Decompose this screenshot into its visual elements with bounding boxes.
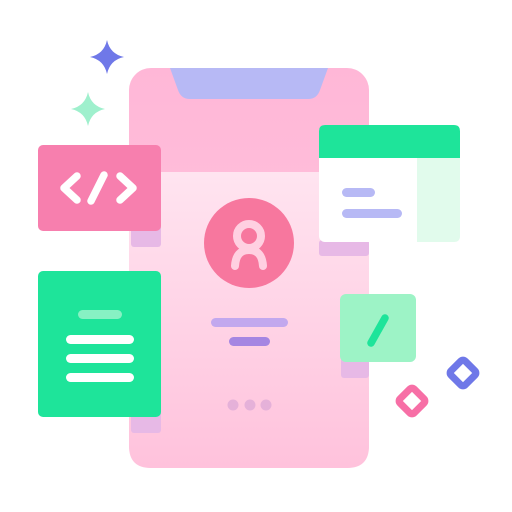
sparkle-icon — [71, 92, 105, 126]
pager-dot — [260, 399, 272, 411]
diamond-icon — [446, 356, 480, 390]
subtitle-line — [229, 337, 270, 346]
name-line — [211, 318, 288, 327]
phone-notch — [170, 68, 328, 99]
document-card — [38, 271, 161, 433]
mobile-development-illustration — [0, 0, 512, 512]
illustration-svg — [38, 40, 480, 468]
sparkle-icon — [90, 40, 124, 74]
pager-dot — [244, 399, 256, 411]
user-avatar-icon — [204, 198, 294, 288]
code-card — [38, 145, 161, 247]
pager-dot — [227, 399, 239, 411]
diamond-icon — [395, 384, 429, 418]
pencil-card — [340, 294, 416, 378]
window-card — [319, 125, 460, 256]
